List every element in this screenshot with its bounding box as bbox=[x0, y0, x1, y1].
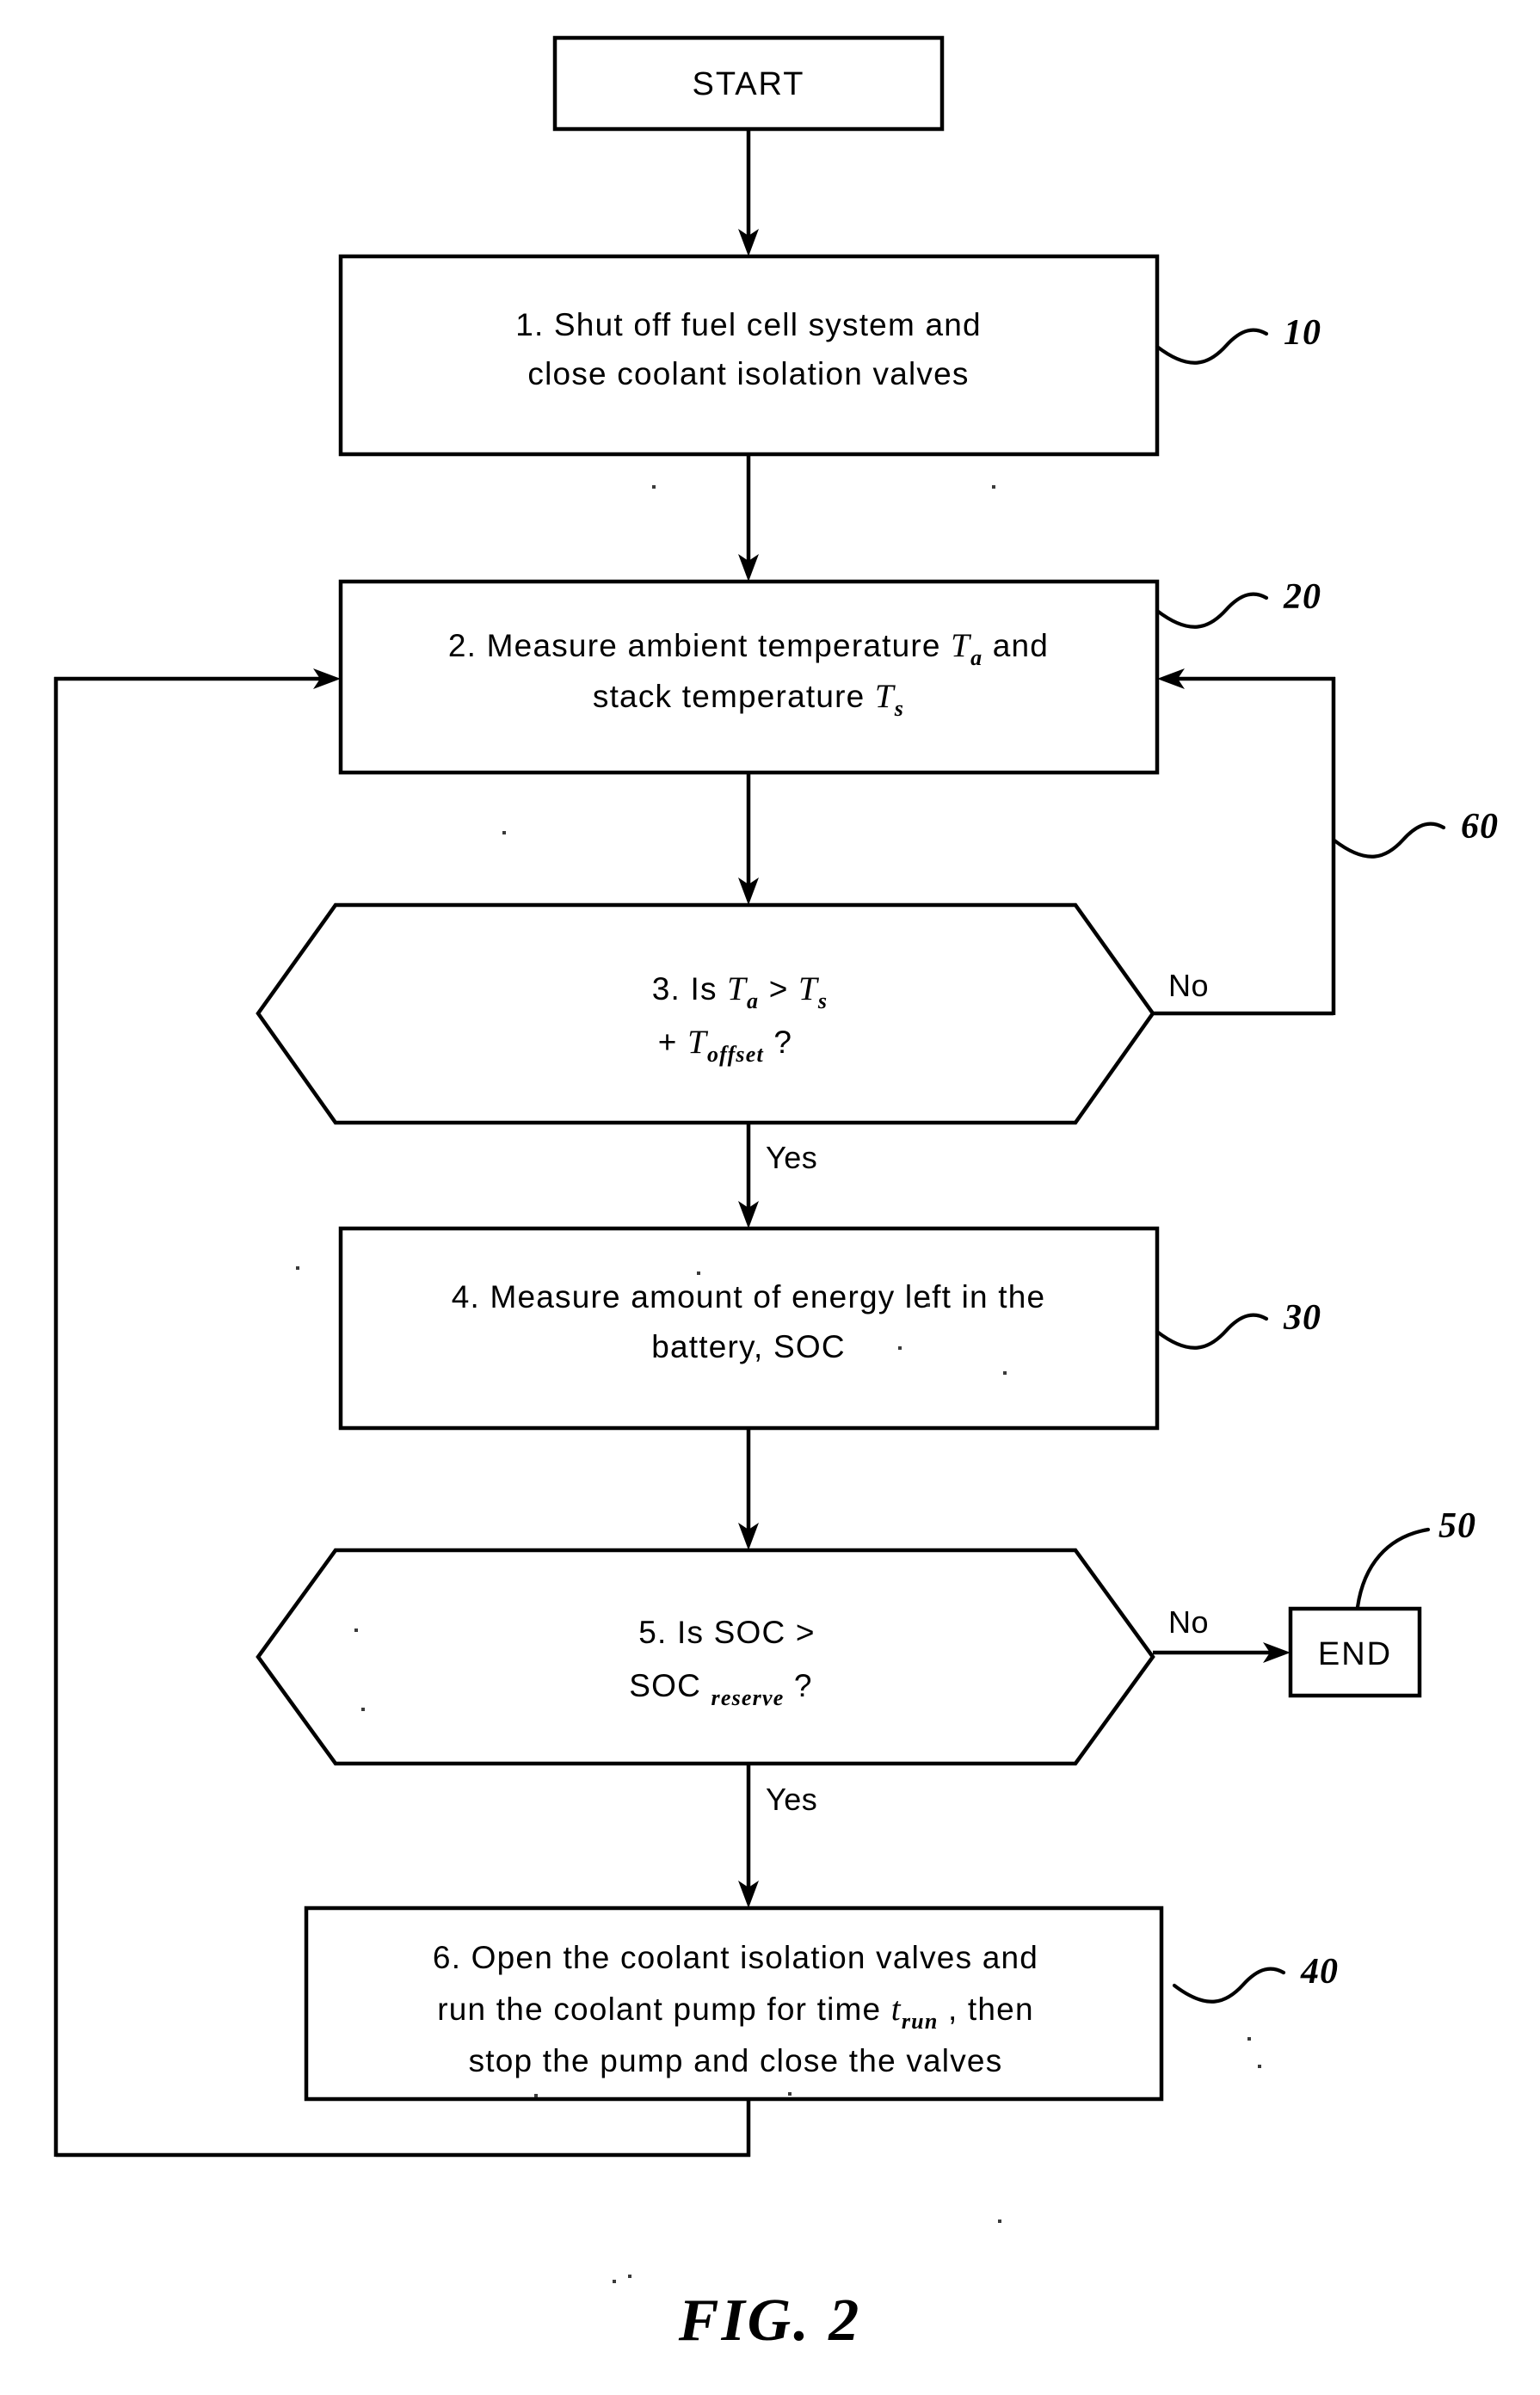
step6-line2-text-a: run the coolant pump for time bbox=[437, 1992, 891, 2027]
reference-number-20: 20 bbox=[1283, 577, 1321, 617]
reference-callout-60: 60 bbox=[1332, 807, 1499, 859]
speck bbox=[998, 2220, 1001, 2223]
speck bbox=[296, 1266, 299, 1270]
step5-line1: 5. Is SOC > bbox=[638, 1615, 815, 1650]
flowchart-diagram: START 1. Shut off fuel cell system and c… bbox=[53, 35, 1499, 2354]
step2-line1-subscript: a bbox=[970, 645, 983, 670]
step5-line2-question: ? bbox=[784, 1668, 812, 1703]
step5-hexagon[interactable] bbox=[256, 1548, 1155, 1766]
step1-box[interactable] bbox=[338, 254, 1160, 457]
speck bbox=[613, 2280, 616, 2283]
reference-number-40: 40 bbox=[1300, 1952, 1339, 1992]
step3-line1-symbol-ts: T bbox=[798, 970, 819, 1007]
step2-line2-symbol: T bbox=[875, 678, 896, 715]
leader-line-10 bbox=[1155, 328, 1269, 365]
step5-line2-text-a: SOC bbox=[629, 1668, 711, 1703]
leader-line-30 bbox=[1155, 1313, 1269, 1350]
step3-line1-text-a: 3. Is bbox=[652, 971, 727, 1007]
step3-line1-symbol-ta: T bbox=[727, 970, 748, 1007]
step2-line1-symbol: T bbox=[951, 627, 971, 664]
speck bbox=[697, 1271, 700, 1275]
node-end[interactable]: END bbox=[1288, 1606, 1422, 1698]
speck bbox=[898, 1346, 902, 1350]
step3-line1-subscript-s: s bbox=[817, 988, 828, 1013]
step2-line2-text-a: stack temperature bbox=[593, 679, 875, 714]
step2-line1-text-a: 2. Measure ambient temperature bbox=[448, 628, 951, 663]
step2-box[interactable] bbox=[338, 579, 1160, 775]
step4-line1: 4. Measure amount of energy left in the bbox=[452, 1279, 1046, 1314]
leader-line-60 bbox=[1332, 822, 1446, 859]
step5-line2-subscript: reserve bbox=[711, 1685, 785, 1710]
figure-container: START 1. Shut off fuel cell system and c… bbox=[0, 0, 1540, 2395]
step6-line2-text-b: , then bbox=[938, 1992, 1033, 2027]
start-label: START bbox=[692, 66, 804, 102]
branch-label-yes-step3: Yes bbox=[766, 1140, 817, 1175]
step3-line2-symbol: T bbox=[687, 1024, 708, 1061]
node-step2[interactable]: 2. Measure ambient temperature Ta and st… bbox=[338, 579, 1160, 775]
step3-hexagon[interactable] bbox=[256, 902, 1155, 1125]
step6-line2-subscript: run bbox=[902, 2009, 939, 2034]
reference-callout-50: 50 bbox=[1355, 1506, 1476, 1610]
speck bbox=[992, 485, 995, 489]
reference-number-60: 60 bbox=[1461, 807, 1499, 847]
step2-line1-text-b: and bbox=[983, 628, 1049, 663]
reference-callout-40: 40 bbox=[1172, 1952, 1339, 2004]
step2-line2-subscript: s bbox=[894, 696, 904, 721]
step3-line1-operator: > bbox=[759, 971, 798, 1007]
step1-line1: 1. Shut off fuel cell system and bbox=[515, 307, 982, 342]
speck bbox=[361, 1708, 365, 1711]
speck bbox=[502, 831, 506, 834]
node-step5[interactable]: 5. Is SOC > SOC reserve ? bbox=[256, 1548, 1155, 1766]
node-step4[interactable]: 4. Measure amount of energy left in the … bbox=[338, 1226, 1160, 1431]
reference-callout-20: 20 bbox=[1155, 577, 1321, 629]
step3-line2-plus: + bbox=[658, 1025, 687, 1060]
step1-line2: close coolant isolation valves bbox=[527, 356, 969, 391]
reference-number-30: 30 bbox=[1283, 1298, 1321, 1338]
node-step3[interactable]: 3. Is Ta > Ts + Toffset ? bbox=[256, 902, 1155, 1125]
speck bbox=[1258, 2065, 1261, 2068]
reference-number-50: 50 bbox=[1438, 1506, 1476, 1546]
speck bbox=[1003, 1371, 1007, 1375]
step6-line2-symbol: t bbox=[891, 1991, 902, 2028]
reference-callout-30: 30 bbox=[1155, 1298, 1321, 1350]
leader-line-50 bbox=[1355, 1527, 1431, 1610]
step3-line2-subscript: offset bbox=[707, 1042, 764, 1067]
speck bbox=[1247, 2037, 1251, 2041]
step6-line3: stop the pump and close the valves bbox=[469, 2043, 1003, 2078]
step4-line2: battery, SOC bbox=[651, 1329, 846, 1364]
end-label: END bbox=[1318, 1636, 1392, 1672]
step4-box[interactable] bbox=[338, 1226, 1160, 1431]
step6-line1: 6. Open the coolant isolation valves and bbox=[433, 1940, 1038, 1975]
node-start[interactable]: START bbox=[552, 35, 945, 132]
branch-label-yes-step5: Yes bbox=[766, 1782, 817, 1817]
branch-label-no-step5: No bbox=[1168, 1604, 1209, 1640]
speck bbox=[534, 2094, 538, 2097]
speck bbox=[927, 1303, 930, 1307]
node-step6[interactable]: 6. Open the coolant isolation valves and… bbox=[304, 1906, 1164, 2102]
step3-line1-subscript-a: a bbox=[747, 988, 759, 1013]
branch-label-no-step3: No bbox=[1168, 968, 1209, 1003]
step3-line2-question: ? bbox=[764, 1025, 792, 1060]
reference-number-10: 10 bbox=[1284, 313, 1321, 353]
speck bbox=[788, 2092, 792, 2096]
leader-line-20 bbox=[1155, 592, 1269, 629]
figure-caption: FIG. 2 bbox=[678, 2287, 861, 2354]
speck bbox=[652, 485, 656, 489]
speck bbox=[628, 2275, 631, 2278]
speck bbox=[354, 1628, 358, 1632]
leader-line-40 bbox=[1172, 1967, 1286, 2004]
reference-callout-10: 10 bbox=[1155, 313, 1321, 365]
node-step1[interactable]: 1. Shut off fuel cell system and close c… bbox=[338, 254, 1160, 457]
